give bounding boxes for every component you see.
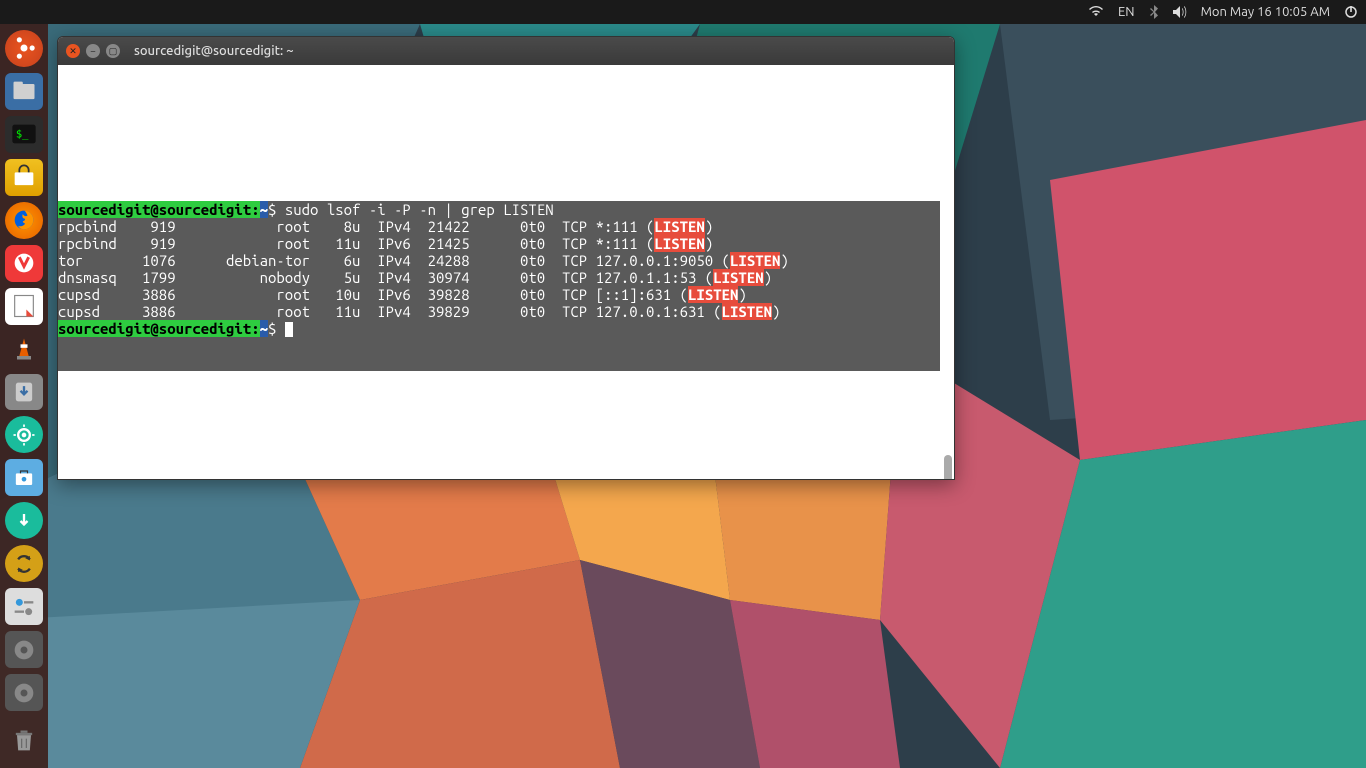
- screenshot-icon[interactable]: [5, 416, 43, 453]
- vlc-icon[interactable]: [5, 331, 43, 368]
- trash-icon[interactable]: [5, 723, 43, 760]
- maximize-button[interactable]: ▢: [106, 44, 120, 58]
- terminal-window[interactable]: ✕ – ▢ sourcedigit@sourcedigit: ~ sourced…: [57, 36, 955, 480]
- help-icon[interactable]: [5, 631, 43, 668]
- software-icon[interactable]: [5, 459, 43, 496]
- language-indicator[interactable]: EN: [1118, 5, 1135, 19]
- wifi-icon[interactable]: [1088, 6, 1104, 18]
- sync-icon[interactable]: [5, 545, 43, 582]
- vivaldi-icon[interactable]: [5, 245, 43, 282]
- power-icon[interactable]: [1344, 5, 1358, 19]
- close-button[interactable]: ✕: [66, 44, 80, 58]
- window-titlebar[interactable]: ✕ – ▢ sourcedigit@sourcedigit: ~: [58, 37, 954, 65]
- launcher-dock: $_: [0, 24, 48, 768]
- volume-icon[interactable]: [1173, 6, 1187, 18]
- clock[interactable]: Mon May 16 10:05 AM: [1201, 5, 1330, 19]
- store-icon[interactable]: [5, 159, 43, 196]
- terminal-body[interactable]: sourcedigit@sourcedigit:~$ sudo lsof -i …: [58, 65, 954, 479]
- settings-icon[interactable]: [5, 588, 43, 625]
- top-panel: EN Mon May 16 10:05 AM: [0, 0, 1366, 24]
- terminal-icon[interactable]: $_: [5, 116, 43, 153]
- update-icon[interactable]: [5, 502, 43, 539]
- svg-text:$_: $_: [16, 129, 29, 141]
- dash-icon[interactable]: [5, 30, 43, 67]
- help2-icon[interactable]: [5, 674, 43, 711]
- notes-icon[interactable]: [5, 288, 43, 325]
- firefox-icon[interactable]: [5, 202, 43, 239]
- scrollbar-thumb[interactable]: [944, 455, 952, 479]
- minimize-button[interactable]: –: [86, 44, 100, 58]
- files-icon[interactable]: [5, 73, 43, 110]
- bluetooth-icon[interactable]: [1149, 5, 1159, 19]
- terminal-output[interactable]: sourcedigit@sourcedigit:~$ sudo lsof -i …: [58, 201, 940, 371]
- downloads-icon[interactable]: [5, 374, 43, 411]
- window-title: sourcedigit@sourcedigit: ~: [134, 44, 294, 58]
